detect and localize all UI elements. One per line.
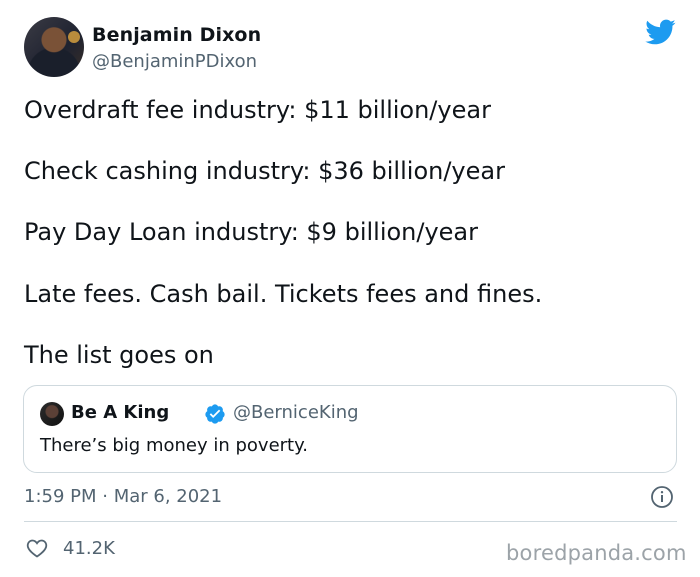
tweet-timestamp[interactable]: 1:59 PM · Mar 6, 2021 <box>24 486 222 507</box>
like-count[interactable]: 41.2K <box>63 538 115 559</box>
author-avatar[interactable] <box>24 17 84 77</box>
avatar-light <box>68 31 80 43</box>
author-display-name[interactable]: Benjamin Dixon <box>92 24 261 46</box>
quoted-tweet-card[interactable]: Be A King @BerniceKing There’s big money… <box>23 385 677 473</box>
tweet-line-check-cashing: Check cashing industry: $36 billion/year <box>24 157 505 185</box>
quote-avatar[interactable] <box>40 402 64 426</box>
tweet-line-list-goes-on: The list goes on <box>24 341 214 369</box>
info-icon[interactable] <box>650 485 674 509</box>
tweet-line-overdraft: Overdraft fee industry: $11 billion/year <box>24 96 491 124</box>
divider <box>24 521 677 522</box>
heart-icon[interactable] <box>24 536 50 560</box>
twitter-bird-icon[interactable] <box>642 16 678 48</box>
tweet-line-payday-loan: Pay Day Loan industry: $9 billion/year <box>24 218 479 246</box>
quote-display-name[interactable]: Be A King <box>71 402 169 423</box>
tweet-line-late-fees: Late fees. Cash bail. Tickets fees and f… <box>24 280 543 308</box>
watermark: boredpanda.com <box>506 541 687 565</box>
quote-text: There’s big money in poverty. <box>40 435 308 456</box>
author-handle[interactable]: @BenjaminPDixon <box>92 51 257 72</box>
verified-badge-icon <box>205 404 225 424</box>
quote-handle[interactable]: @BerniceKing <box>233 402 359 423</box>
